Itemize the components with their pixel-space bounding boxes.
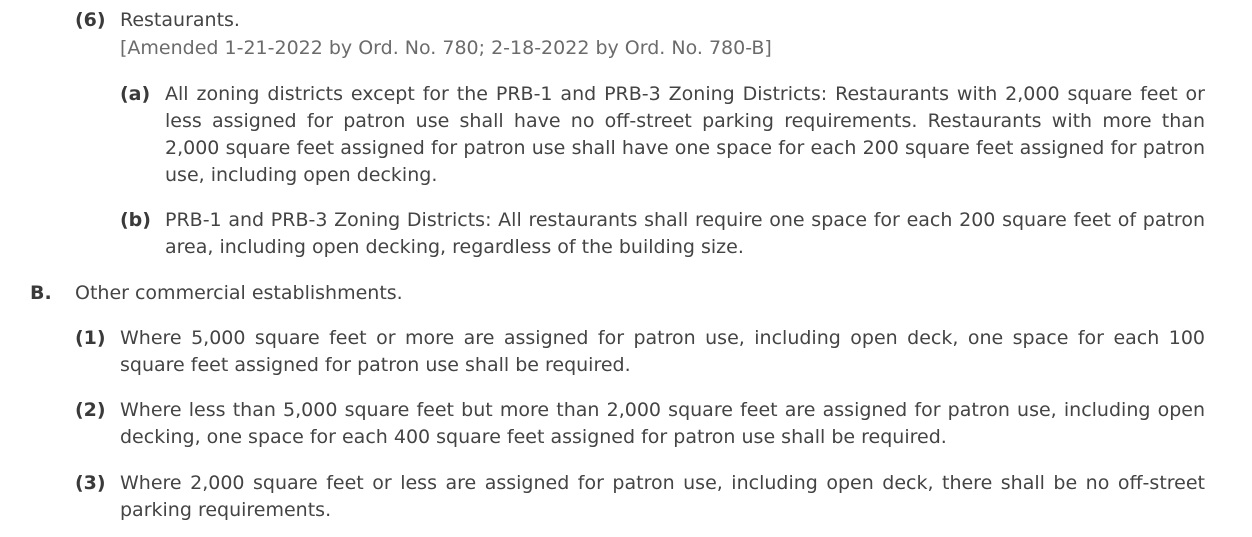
section-heading: Other commercial establishments. [75,282,403,304]
subsection-text: Where less than 5,000 square feet but mo… [120,399,1205,448]
paragraph-marker: (b) [120,209,151,231]
subsection-marker: (6) [75,9,106,31]
paragraph-text: All zoning districts except for the PRB-… [165,83,1205,186]
subsection-text: Where 2,000 square feet or less are assi… [120,472,1205,521]
section-marker: B. [30,282,52,304]
subsection-marker: (3) [75,472,106,494]
subsection-heading: Restaurants. [120,9,240,31]
paragraph-text: PRB-1 and PRB-3 Zoning Districts: All re… [165,209,1205,258]
ordinance-document: (6) Restaurants. [Amended 1-21-2022 by O… [0,0,1252,537]
paragraph-marker: (a) [120,83,151,105]
subsection-marker: (1) [75,327,106,349]
subsection-marker: (2) [75,399,106,421]
subsection-text: Where 5,000 square feet or more are assi… [120,327,1205,376]
amendment-note: [Amended 1-21-2022 by Ord. No. 780; 2-18… [120,37,772,59]
